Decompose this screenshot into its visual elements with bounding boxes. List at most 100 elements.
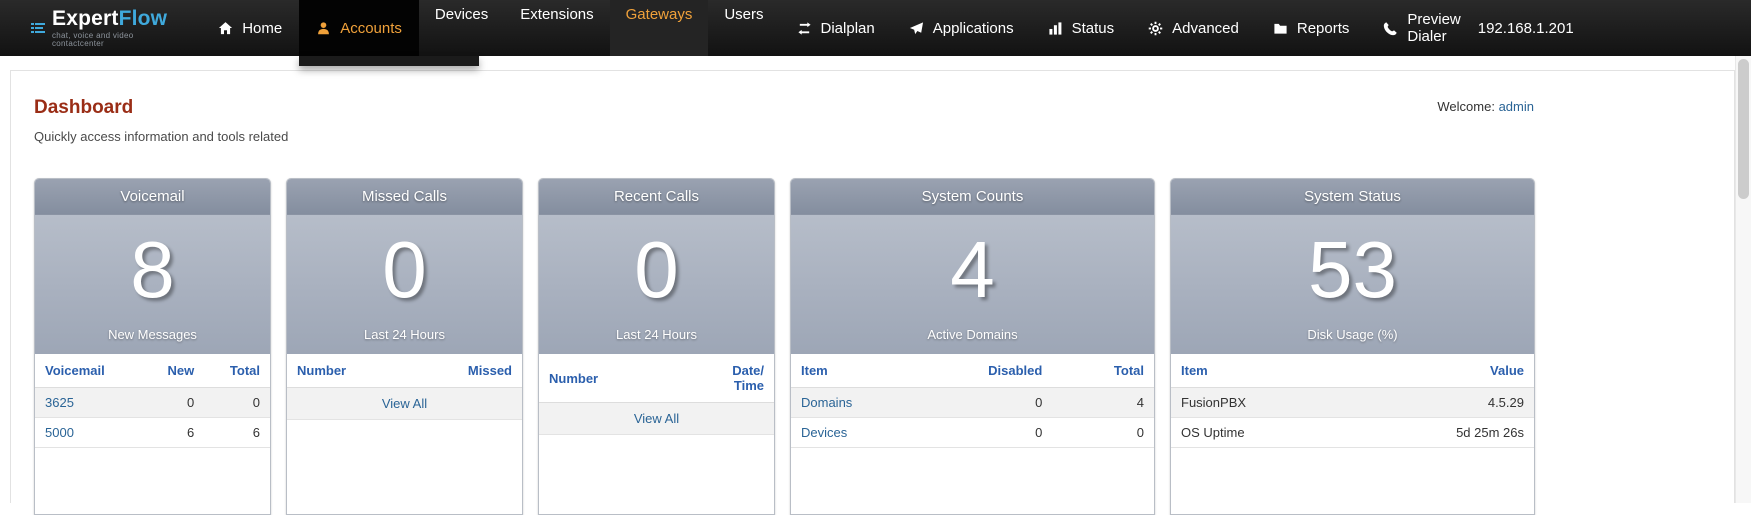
table-cell: 0: [943, 418, 1052, 448]
nav-item-label: Applications: [933, 20, 1014, 37]
menu-item-devices[interactable]: Devices: [419, 0, 504, 56]
voicemail-count: 8: [35, 217, 270, 323]
devices-link[interactable]: Devices: [801, 425, 847, 440]
system-counts-card-title: System Counts: [791, 179, 1154, 215]
table-cell: 6: [141, 418, 204, 448]
system-status-table: Item Value FusionPBX 4.5.29 OS Uptime 5d…: [1171, 354, 1534, 448]
nav-menu: Home Accounts Devices Extensions Gateway…: [201, 0, 1478, 56]
table-cell: Domains: [791, 388, 943, 418]
table-cell: 0: [141, 388, 204, 418]
table-row: View All: [539, 403, 774, 435]
nav-item-label: Dialplan: [821, 20, 875, 37]
vertical-scrollbar[interactable]: [1735, 56, 1751, 503]
nav-item-label: Status: [1072, 20, 1115, 37]
system-counts-caption: Active Domains: [791, 327, 1154, 342]
table-cell: Devices: [791, 418, 943, 448]
system-counts-card: System Counts 4 Active Domains Item Disa…: [790, 178, 1155, 515]
system-counts-hero: 4 Active Domains: [791, 215, 1154, 354]
paper-plane-icon: [909, 21, 924, 36]
voicemail-card: Voicemail 8 New Messages Voicemail New T…: [34, 178, 271, 515]
table-header-cell: Missed: [416, 354, 522, 388]
domains-link[interactable]: Domains: [801, 395, 852, 410]
table-cell: 3625: [35, 388, 141, 418]
voicemail-box-link[interactable]: 5000: [45, 425, 74, 440]
scrollbar-thumb[interactable]: [1738, 59, 1749, 199]
nav-item-label: Advanced: [1172, 20, 1239, 37]
navbar: ExpertFlow chat, voice and video contact…: [0, 0, 1751, 56]
main-content-panel: Dashboard Quickly access information and…: [10, 70, 1735, 503]
system-status-number: 53: [1171, 217, 1534, 323]
recent-calls-hero: 0 Last 24 Hours: [539, 215, 774, 354]
table-cell: 6: [204, 418, 270, 448]
table-header-cell: Disabled: [943, 354, 1052, 388]
table-header-cell: Voicemail: [35, 354, 141, 388]
server-ip-address: 192.168.1.201: [1478, 0, 1751, 56]
page-title: Dashboard: [34, 97, 288, 119]
nav-item-label: Home: [242, 20, 282, 37]
menu-item-gateways[interactable]: Gateways: [610, 0, 709, 56]
recent-calls-table: Number Date/ Time View All: [539, 354, 774, 435]
nav-item-reports[interactable]: Reports: [1256, 0, 1367, 56]
table-row: OS Uptime 5d 25m 26s: [1171, 418, 1534, 448]
table-cell: 0: [943, 388, 1052, 418]
welcome-label: Welcome:: [1437, 99, 1495, 114]
dashboard-cards: Voicemail 8 New Messages Voicemail New T…: [34, 178, 1534, 515]
table-header-cell: Date/ Time: [704, 354, 775, 403]
table-cell: OS Uptime: [1171, 418, 1371, 448]
table-row: Domains 0 4: [791, 388, 1154, 418]
system-status-caption: Disk Usage (%): [1171, 327, 1534, 342]
nav-item-status[interactable]: Status: [1031, 0, 1132, 56]
menu-item-extensions[interactable]: Extensions: [504, 0, 609, 56]
table-row: Devices 0 0: [791, 418, 1154, 448]
system-status-hero: 53 Disk Usage (%): [1171, 215, 1534, 354]
nav-item-accounts[interactable]: Accounts: [299, 0, 419, 56]
recent-calls-card-title: Recent Calls: [539, 179, 774, 215]
table-cell: 0: [1052, 418, 1154, 448]
welcome-user-link[interactable]: admin: [1499, 99, 1534, 114]
table-header-cell: Item: [1171, 354, 1371, 388]
table-cell: 4: [1052, 388, 1154, 418]
user-icon: [316, 21, 331, 36]
voicemail-box-link[interactable]: 3625: [45, 395, 74, 410]
table-cell: View All: [539, 403, 774, 435]
nav-item-home[interactable]: Home: [201, 0, 299, 56]
system-status-card: System Status 53 Disk Usage (%) Item Val…: [1170, 178, 1535, 515]
folder-icon: [1273, 21, 1288, 36]
table-header-cell: Item: [791, 354, 943, 388]
menu-lines-icon: [30, 20, 46, 36]
system-counts-number: 4: [791, 217, 1154, 323]
page-title-block: Dashboard Quickly access information and…: [34, 97, 288, 144]
missed-calls-caption: Last 24 Hours: [287, 327, 522, 342]
view-all-link[interactable]: View All: [634, 411, 679, 426]
brand-tagline: chat, voice and video contactcenter: [52, 32, 167, 48]
nav-item-applications[interactable]: Applications: [892, 0, 1031, 56]
home-icon: [218, 21, 233, 36]
system-counts-table: Item Disabled Total Domains 0 4 Devices …: [791, 354, 1154, 448]
table-row: 3625 0 0: [35, 388, 270, 418]
table-cell: FusionPBX: [1171, 388, 1371, 418]
view-all-link[interactable]: View All: [382, 396, 427, 411]
table-header-cell: Value: [1371, 354, 1534, 388]
recent-calls-caption: Last 24 Hours: [539, 327, 774, 342]
nav-item-label: Reports: [1297, 20, 1350, 37]
menu-item-users[interactable]: Users: [708, 0, 779, 56]
table-cell: 0: [204, 388, 270, 418]
nav-item-dialplan[interactable]: Dialplan: [780, 0, 892, 56]
nav-item-advanced[interactable]: Advanced: [1131, 0, 1256, 56]
missed-calls-card-title: Missed Calls: [287, 179, 522, 215]
table-row: FusionPBX 4.5.29: [1171, 388, 1534, 418]
accounts-dropdown-menu: [299, 56, 479, 66]
table-header-cell: New: [141, 354, 204, 388]
missed-calls-hero: 0 Last 24 Hours: [287, 215, 522, 354]
phone-icon: [1383, 21, 1398, 36]
voicemail-caption: New Messages: [35, 327, 270, 342]
table-cell: 4.5.29: [1371, 388, 1534, 418]
voicemail-hero: 8 New Messages: [35, 215, 270, 354]
brand-logo[interactable]: ExpertFlow chat, voice and video contact…: [0, 0, 167, 56]
missed-calls-table: Number Missed View All: [287, 354, 522, 420]
nav-item-preview-dialer[interactable]: Preview Dialer: [1366, 0, 1477, 56]
table-header-cell: Number: [287, 354, 416, 388]
table-header-cell: Total: [1052, 354, 1154, 388]
missed-calls-count: 0: [287, 217, 522, 323]
recent-calls-card: Recent Calls 0 Last 24 Hours Number Date…: [538, 178, 775, 515]
